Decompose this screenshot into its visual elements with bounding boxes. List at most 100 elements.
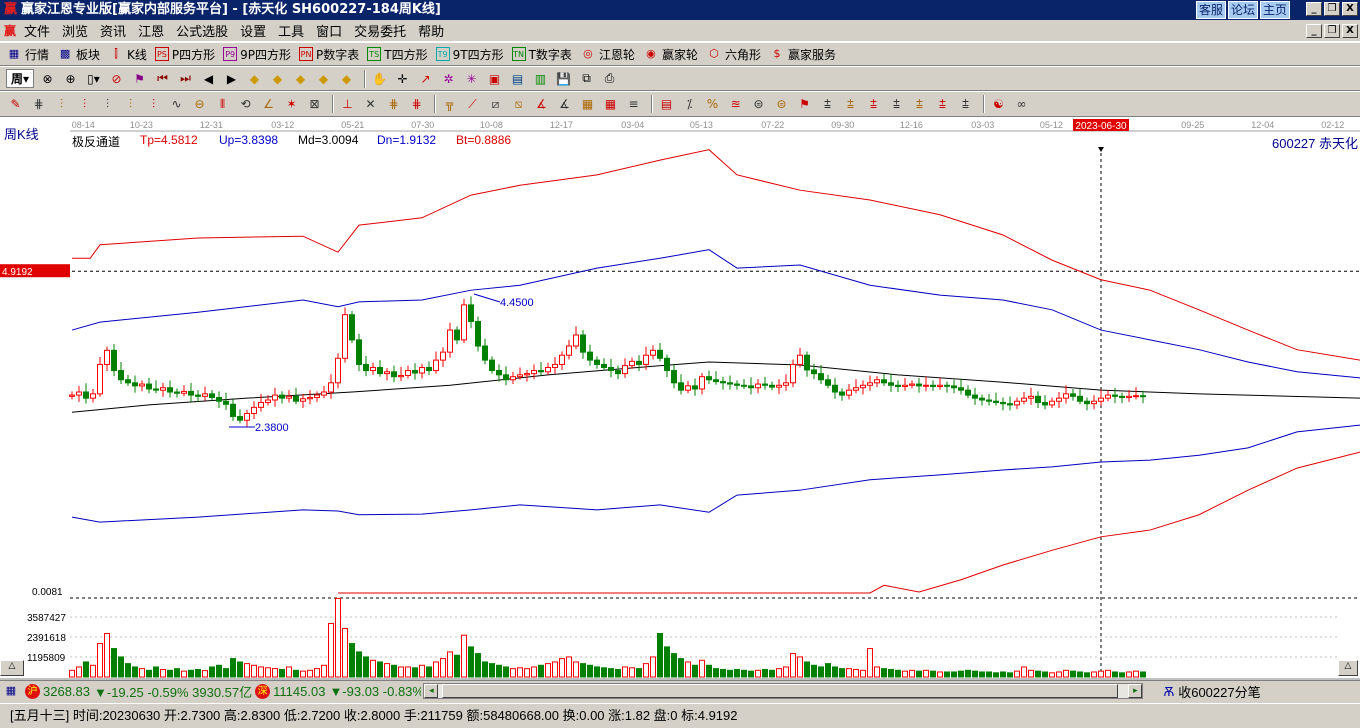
box-icon[interactable]: ⊠ (305, 95, 324, 114)
pivot4-icon[interactable]: ⩲ (887, 95, 906, 114)
pivot3-icon[interactable]: ⩲ (864, 95, 883, 114)
pattern-icon[interactable]: ✲ (439, 69, 458, 88)
indicator-icon[interactable]: ⊘ (107, 69, 126, 88)
toolbar-service-button[interactable]: $ 赢家服务 (769, 46, 836, 63)
diamond3-icon[interactable]: ◆ (291, 69, 310, 88)
eq-icon[interactable]: ≊ (726, 95, 745, 114)
fan-icon[interactable]: ✳ (462, 69, 481, 88)
toolbar-gann-wheel-button[interactable]: ◎ 江恩轮 (580, 46, 635, 63)
bars-icon[interactable]: ⦀ (213, 95, 232, 114)
fan4-icon[interactable]: ∡ (532, 95, 551, 114)
toolbar-pn-button[interactable]: PN P数字表 (299, 46, 359, 63)
h1-icon[interactable]: ╦ (440, 95, 459, 114)
tool3-icon[interactable]: ⫶ (98, 95, 117, 114)
tool5-icon[interactable]: ⫶ (144, 95, 163, 114)
minimize-button[interactable]: _ (1306, 2, 1322, 16)
pivot-icon[interactable]: ⩲ (818, 95, 837, 114)
toolbar-hexagon-button[interactable]: ⬡ 六角形 (706, 46, 761, 63)
menu-file[interactable]: 文件 (24, 21, 50, 40)
pivot7-icon[interactable]: ⩲ (956, 95, 975, 114)
coin-icon[interactable]: ⊜ (749, 95, 768, 114)
next-icon[interactable]: ▶ (222, 69, 241, 88)
prev-icon[interactable]: ◀ (199, 69, 218, 88)
homepage-link[interactable]: 主页 (1259, 1, 1290, 19)
cross-icon[interactable]: ✕ (361, 95, 380, 114)
draw-line-icon[interactable]: ↗ (416, 69, 435, 88)
pencil-icon[interactable]: ✎ (6, 95, 25, 114)
menu-settings[interactable]: 设置 (240, 21, 266, 40)
menu-help[interactable]: 帮助 (418, 21, 444, 40)
toolbar-blocks-button[interactable]: ▩ 板块 (57, 46, 100, 63)
diamond5-icon[interactable]: ◆ (337, 69, 356, 88)
table-icon[interactable]: ▤ (508, 69, 527, 88)
diamond2-icon[interactable]: ◆ (268, 69, 287, 88)
customer-service-link[interactable]: 客服 (1195, 1, 1226, 19)
fan2-icon[interactable]: ⧄ (486, 95, 505, 114)
child-minimize-button[interactable]: _ (1306, 24, 1322, 38)
menu-info[interactable]: 资讯 (100, 21, 126, 40)
pivot2-icon[interactable]: ⩲ (841, 95, 860, 114)
tool4-icon[interactable]: ⫶ (121, 95, 140, 114)
menu-formula[interactable]: 公式选股 (176, 21, 228, 40)
close-button[interactable]: X (1342, 2, 1358, 16)
toolbar-grid-button[interactable]: ▦ 行情 (6, 46, 49, 63)
grid3-icon[interactable]: ▦ (601, 95, 620, 114)
toolbar-winner-wheel-button[interactable]: ◉ 赢家轮 (643, 46, 698, 63)
toolbar-tn-button[interactable]: TN T数字表 (511, 46, 572, 63)
menu-browse[interactable]: 浏览 (62, 21, 88, 40)
toolbar-kline-button[interactable]: ⫿ K线 (108, 46, 147, 63)
zoom-icon[interactable]: ⊕ (61, 69, 80, 88)
ticker-scrollbar[interactable]: ◂ ▸ (423, 683, 1144, 699)
scroll-thumb[interactable] (442, 684, 1119, 698)
fan3-icon[interactable]: ⧅ (509, 95, 528, 114)
pct-icon[interactable]: % (703, 95, 722, 114)
print-icon[interactable]: ⎙ (600, 69, 619, 88)
tool1-icon[interactable]: ⫶ (52, 95, 71, 114)
spiral-icon[interactable]: ⟲ (236, 95, 255, 114)
first-icon[interactable]: ⏮ (153, 69, 172, 88)
last-icon[interactable]: ⏭ (176, 69, 195, 88)
kline-chart[interactable]: 08-14 10-23 12-31 03-12 05-21 07-30 10-08 12-17… (0, 117, 1360, 680)
grid-icon[interactable]: ⋕ (29, 95, 48, 114)
candle-type-icon[interactable]: ▯▾ (84, 69, 103, 88)
toolbar-ps-button[interactable]: PS P四方形 (154, 46, 215, 63)
toolbar-ts-button[interactable]: TS T四方形 (367, 46, 428, 63)
line1-icon[interactable]: ⊥ (338, 95, 357, 114)
fan5-icon[interactable]: ∡ (555, 95, 574, 114)
flag-icon[interactable]: ⚑ (795, 95, 814, 114)
angle-icon[interactable]: ∠ (259, 95, 278, 114)
menu-gann[interactable]: 江恩 (138, 21, 164, 40)
tool2-icon[interactable]: ⫶ (75, 95, 94, 114)
wave-icon[interactable]: ∿ (167, 95, 186, 114)
fan1-icon[interactable]: ⟋ (463, 95, 482, 114)
lines-icon[interactable]: ≡ (624, 95, 643, 114)
period-selector[interactable]: 周 ▾ (6, 69, 34, 88)
yin-icon[interactable]: ☯ (989, 95, 1008, 114)
toolbar-t9-button[interactable]: T9 9T四方形 (435, 46, 504, 63)
pct1-icon[interactable]: ⁒ (680, 95, 699, 114)
child-restore-button[interactable]: ❐ (1324, 24, 1340, 38)
star-icon[interactable]: ✶ (282, 95, 301, 114)
circle-icon[interactable]: ⊖ (190, 95, 209, 114)
chart-icon[interactable]: ▥ (531, 69, 550, 88)
coin2-icon[interactable]: ⊜ (772, 95, 791, 114)
menu-window[interactable]: 窗口 (316, 21, 342, 40)
inf-icon[interactable]: ∞ (1012, 95, 1031, 114)
save-icon[interactable]: 💾 (554, 69, 573, 88)
overlay-icon[interactable]: ⊗ (38, 69, 57, 88)
grid2-icon[interactable]: ▦ (578, 95, 597, 114)
diamond4-icon[interactable]: ◆ (314, 69, 333, 88)
crosshair-icon[interactable]: ✛ (393, 69, 412, 88)
restore-button[interactable]: ❐ (1324, 2, 1340, 16)
gridb-icon[interactable]: ⋕ (384, 95, 403, 114)
scroll-up-right-button[interactable]: △ (1338, 660, 1358, 676)
diamond1-icon[interactable]: ◆ (245, 69, 264, 88)
calendar-icon[interactable]: ▣ (485, 69, 504, 88)
menu-tools[interactable]: 工具 (278, 21, 304, 40)
pivot5-icon[interactable]: ⩲ (910, 95, 929, 114)
flag-icon[interactable]: ⚑ (130, 69, 149, 88)
chart-area[interactable]: 08-14 10-23 12-31 03-12 05-21 07-30 10-08 12-17… (0, 117, 1360, 680)
quote-table-icon[interactable]: ▦ (3, 683, 19, 699)
toolbar-p9-button[interactable]: P9 9P四方形 (223, 46, 291, 63)
child-close-button[interactable]: X (1342, 24, 1358, 38)
